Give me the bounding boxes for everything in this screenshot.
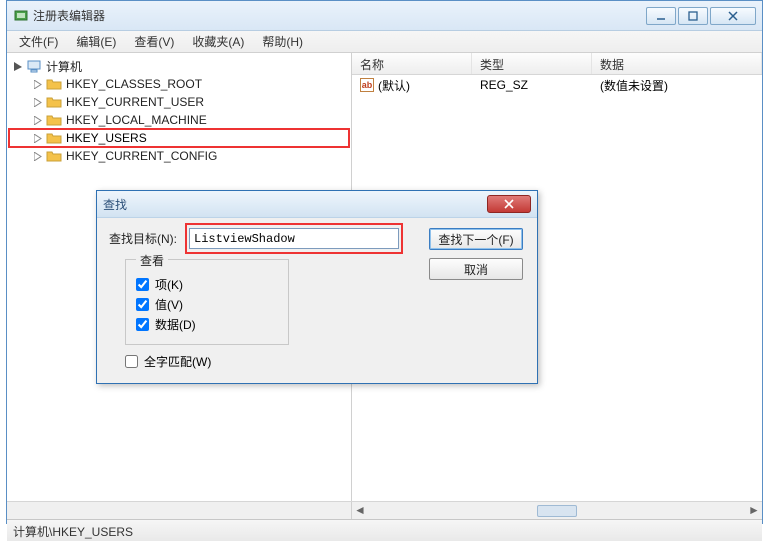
maximize-button[interactable] bbox=[678, 7, 708, 25]
hscroll-thumb[interactable] bbox=[537, 505, 577, 517]
folder-icon bbox=[46, 131, 62, 145]
app-icon bbox=[13, 8, 29, 24]
col-type[interactable]: 类型 bbox=[472, 53, 592, 74]
statusbar-path: 计算机\HKEY_USERS bbox=[13, 525, 133, 539]
computer-icon bbox=[26, 59, 42, 73]
scroll-left-icon[interactable]: ◄ bbox=[353, 503, 367, 517]
tree-item-hkey-classes-root[interactable]: HKEY_CLASSES_ROOT bbox=[9, 75, 349, 93]
hscroll-area: ◄ ► bbox=[7, 501, 762, 519]
menu-help[interactable]: 帮助(H) bbox=[254, 31, 311, 52]
find-dialog: 查找 查找目标(N): 查看 项(K) 值(V) bbox=[96, 190, 538, 384]
window-controls bbox=[646, 7, 756, 25]
tree-item-label: HKEY_LOCAL_MACHINE bbox=[64, 113, 209, 127]
tree-item-label: HKEY_CLASSES_ROOT bbox=[64, 77, 204, 91]
folder-icon bbox=[46, 77, 62, 91]
folder-icon bbox=[46, 149, 62, 163]
find-group-title: 查看 bbox=[136, 252, 168, 269]
window-title: 注册表编辑器 bbox=[33, 7, 105, 24]
titlebar: 注册表编辑器 bbox=[7, 1, 762, 31]
cell-data: (数值未设置) bbox=[592, 75, 762, 96]
collapse-icon[interactable] bbox=[13, 61, 24, 72]
find-next-button[interactable]: 查找下一个(F) bbox=[429, 228, 523, 250]
close-button[interactable] bbox=[710, 7, 756, 25]
chk-data-label: 数据(D) bbox=[155, 316, 196, 333]
expand-icon[interactable] bbox=[33, 151, 44, 162]
scroll-right-icon[interactable]: ► bbox=[747, 503, 761, 517]
statusbar: 计算机\HKEY_USERS bbox=[7, 519, 762, 541]
chk-data[interactable] bbox=[136, 318, 149, 331]
menu-favorites[interactable]: 收藏夹(A) bbox=[184, 31, 252, 52]
expand-icon[interactable] bbox=[33, 79, 44, 90]
tree-item-hkey-current-config[interactable]: HKEY_CURRENT_CONFIG bbox=[9, 147, 349, 165]
folder-icon bbox=[46, 95, 62, 109]
chk-match-whole-label: 全字匹配(W) bbox=[144, 353, 211, 370]
expand-icon[interactable] bbox=[33, 115, 44, 126]
folder-icon bbox=[46, 113, 62, 127]
find-target-label: 查找目标(N): bbox=[109, 230, 189, 247]
find-lookat-group: 查看 项(K) 值(V) 数据(D) bbox=[125, 259, 289, 345]
tree-item-hkey-current-user[interactable]: HKEY_CURRENT_USER bbox=[9, 93, 349, 111]
chk-match-whole[interactable] bbox=[125, 355, 138, 368]
chk-values[interactable] bbox=[136, 298, 149, 311]
list-header: 名称 类型 数据 bbox=[352, 53, 762, 75]
string-value-icon: ab bbox=[360, 78, 374, 92]
menubar: 文件(F) 编辑(E) 查看(V) 收藏夹(A) 帮助(H) bbox=[7, 31, 762, 53]
cancel-button[interactable]: 取消 bbox=[429, 258, 523, 280]
tree-item-label: HKEY_CURRENT_CONFIG bbox=[64, 149, 219, 163]
cell-name: ab (默认) bbox=[352, 75, 472, 96]
tree-root-label: 计算机 bbox=[44, 58, 84, 75]
list-row[interactable]: ab (默认) REG_SZ (数值未设置) bbox=[352, 75, 762, 95]
menu-view[interactable]: 查看(V) bbox=[126, 31, 182, 52]
expand-icon[interactable] bbox=[33, 97, 44, 108]
find-dialog-title: 查找 bbox=[103, 196, 487, 213]
col-name[interactable]: 名称 bbox=[352, 53, 472, 74]
tree-item-label: HKEY_USERS bbox=[64, 131, 149, 145]
chk-keys-label: 项(K) bbox=[155, 276, 183, 293]
tree-item-label: HKEY_CURRENT_USER bbox=[64, 95, 206, 109]
find-titlebar[interactable]: 查找 bbox=[97, 191, 537, 218]
cell-name-text: (默认) bbox=[378, 77, 410, 94]
find-close-button[interactable] bbox=[487, 195, 531, 213]
tree-item-hkey-users[interactable]: HKEY_USERS bbox=[9, 129, 349, 147]
find-target-input[interactable] bbox=[189, 228, 399, 249]
minimize-button[interactable] bbox=[646, 7, 676, 25]
chk-keys[interactable] bbox=[136, 278, 149, 291]
menu-file[interactable]: 文件(F) bbox=[11, 31, 66, 52]
col-data[interactable]: 数据 bbox=[592, 53, 762, 74]
tree-root[interactable]: 计算机 bbox=[9, 57, 349, 75]
menu-edit[interactable]: 编辑(E) bbox=[68, 31, 124, 52]
tree-item-hkey-local-machine[interactable]: HKEY_LOCAL_MACHINE bbox=[9, 111, 349, 129]
chk-values-label: 值(V) bbox=[155, 296, 183, 313]
cell-type: REG_SZ bbox=[472, 76, 592, 94]
expand-icon[interactable] bbox=[33, 133, 44, 144]
hscroll-track[interactable]: ◄ ► bbox=[352, 502, 762, 519]
